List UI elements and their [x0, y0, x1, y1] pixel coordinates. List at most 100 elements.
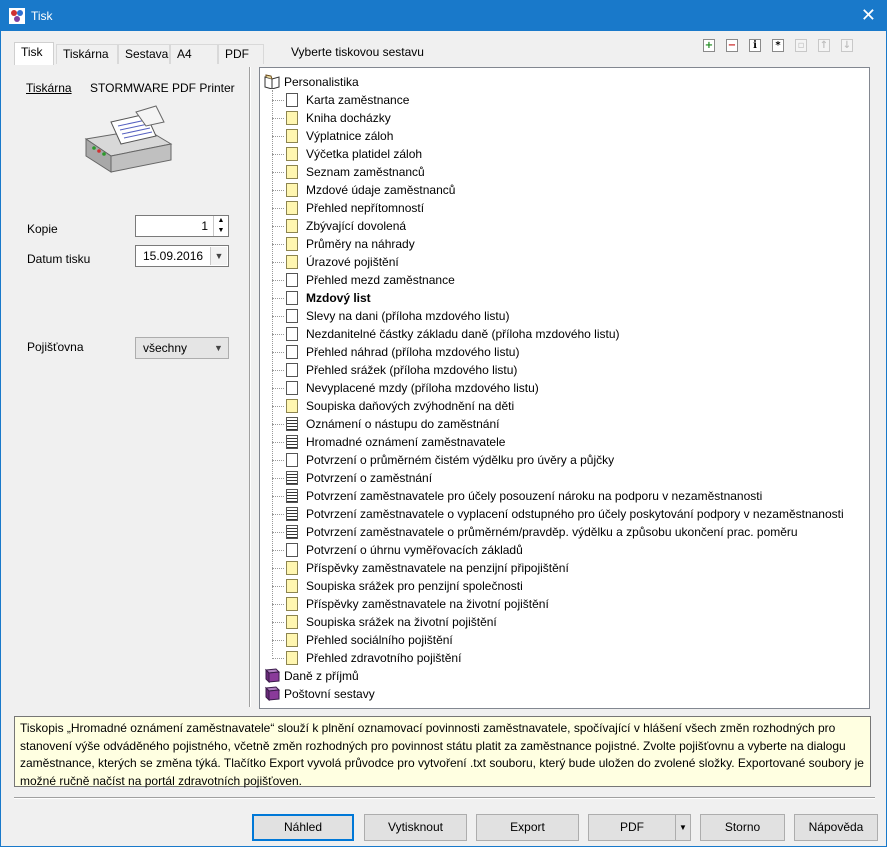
tree-item-label: Hromadné oznámení zaměstnavatele: [306, 435, 506, 449]
cancel-button-label: Storno: [724, 820, 761, 834]
horizontal-divider: [14, 797, 875, 799]
tree-connector: [272, 190, 284, 191]
document-icon: [286, 417, 298, 431]
date-label: Datum tisku: [27, 252, 91, 266]
printer-name: STORMWARE PDF Printer: [90, 81, 235, 95]
tree-connector: [272, 550, 284, 551]
tree-item-label: Zbývající dovolená: [306, 219, 407, 233]
document-icon: [286, 651, 298, 665]
tree-connector: [272, 244, 284, 245]
chevron-down-icon[interactable]: ▼: [210, 247, 227, 265]
tab-sestava[interactable]: Sestava: [118, 44, 170, 64]
copies-stepper[interactable]: 1 ▲ ▼: [135, 215, 229, 237]
tree-connector: [272, 586, 284, 587]
tree-item-label: Potvrzení zaměstnavatele o vyplacení ods…: [306, 507, 844, 521]
export-button[interactable]: Export: [476, 814, 579, 841]
document-icon: [286, 543, 298, 557]
open-book-icon: [264, 74, 280, 89]
tree-item-label: Přehled srážek (příloha mzdového listu): [306, 363, 518, 377]
tree-connector: [272, 136, 284, 137]
tree-item-label: Nevyplacené mzdy (příloha mzdového listu…: [306, 381, 539, 395]
document-icon: [286, 129, 298, 143]
document-icon: [286, 363, 298, 377]
tree-item-label: Průměry na náhrady: [306, 237, 415, 251]
document-icon: [286, 507, 298, 521]
print-button[interactable]: Vytisknout: [364, 814, 467, 841]
stepper-up-icon[interactable]: ▲: [214, 216, 228, 226]
tab-pdf[interactable]: PDF: [218, 44, 264, 64]
tab-tisk[interactable]: Tisk: [14, 42, 54, 65]
info-panel: Tiskopis „Hromadné oznámení zaměstnavate…: [14, 716, 871, 788]
tree-connector: [272, 460, 284, 461]
tree-connector: [272, 208, 284, 209]
document-icon: [286, 345, 298, 359]
tab-a4[interactable]: A4: [170, 44, 218, 64]
tree-item-label: Oznámení o nástupu do zaměstnání: [306, 417, 500, 431]
pdf-button[interactable]: PDF ▼: [588, 814, 691, 841]
tree-root-label: Personalistika: [284, 75, 359, 89]
pdf-dropdown-arrow-icon[interactable]: ▼: [675, 815, 690, 840]
add-icon[interactable]: +: [703, 39, 715, 52]
cancel-button[interactable]: Storno: [700, 814, 785, 841]
remove-icon[interactable]: −: [726, 39, 738, 52]
tree-item-label: Potvrzení o průměrném čistém výdělku pro…: [306, 453, 615, 467]
help-button-label: Nápověda: [808, 820, 864, 834]
tree-item-label: Příspěvky zaměstnavatele na penzijní při…: [306, 561, 569, 575]
tree-item-label: Přehled sociálního pojištění: [306, 633, 453, 647]
tree-item-label: Karta zaměstnance: [306, 93, 410, 107]
document-icon: [286, 579, 298, 593]
insurer-value: všechny: [143, 341, 188, 355]
report-tree[interactable]: Personalistika Karta zaměstnance Kniha do…: [259, 67, 870, 709]
tree-item-label: Výčetka platidel záloh: [306, 147, 423, 161]
date-picker[interactable]: 15.09.2016 ▼: [135, 245, 229, 267]
tree-item-label: Výplatnice záloh: [306, 129, 394, 143]
document-icon: [286, 165, 298, 179]
document-icon: [286, 615, 298, 629]
star-icon[interactable]: *: [772, 39, 784, 52]
closed-book-icon: [264, 686, 280, 701]
info-icon[interactable]: i: [749, 39, 761, 52]
tree-connector: [272, 532, 284, 533]
close-icon[interactable]: ✕: [861, 5, 876, 25]
window-title: Tisk: [31, 9, 53, 23]
tree-connector: [272, 388, 284, 389]
tree-connector: [272, 90, 273, 656]
move-up-icon[interactable]: ↑: [818, 39, 830, 52]
pdf-button-label: PDF: [620, 820, 644, 834]
tree-connector: [272, 352, 284, 353]
tree-connector: [272, 298, 284, 299]
document-icon: [286, 273, 298, 287]
stepper-down-icon[interactable]: ▼: [214, 226, 228, 236]
title-bar[interactable]: Tisk ✕: [1, 1, 886, 31]
tree-group-label: Poštovní sestavy: [284, 687, 375, 701]
insurer-label: Pojišťovna: [27, 340, 84, 354]
tab-tiskarna[interactable]: Tiskárna: [56, 44, 118, 64]
help-button[interactable]: Nápověda: [794, 814, 878, 841]
document-icon: [286, 201, 298, 215]
move-down-icon[interactable]: ↓: [841, 39, 853, 52]
copy-icon[interactable]: ▫: [795, 39, 807, 52]
document-icon: [286, 525, 298, 539]
tisk-panel: Tiskárna STORMWARE PDF Printer Kopie 1 ▲…: [14, 64, 248, 709]
tree-item-label: Seznam zaměstnanců: [306, 165, 425, 179]
date-value: 15.09.2016: [143, 249, 204, 263]
document-icon: [286, 255, 298, 269]
tree-connector: [272, 154, 284, 155]
document-icon: [286, 471, 298, 485]
insurer-select[interactable]: všechny ▼: [135, 337, 229, 359]
tree-connector: [272, 118, 284, 119]
preview-button[interactable]: Náhled: [252, 814, 354, 841]
closed-book-icon: [264, 668, 280, 683]
tree-item-label: Přehled nepřítomností: [306, 201, 425, 215]
tree-item-label: Potvrzení zaměstnavatele pro účely posou…: [306, 489, 763, 503]
stepper-arrows[interactable]: ▲ ▼: [213, 216, 228, 236]
tree-item-label: Nezdanitelné částky základu daně (příloh…: [306, 327, 620, 341]
tree-item-label: Potvrzení zaměstnavatele o průměrném/pra…: [306, 525, 798, 539]
printer-link[interactable]: Tiskárna: [26, 81, 72, 95]
tree-connector: [272, 424, 284, 425]
document-icon: [286, 237, 298, 251]
copies-label: Kopie: [27, 222, 58, 236]
chevron-down-icon[interactable]: ▼: [210, 339, 227, 357]
report-select-label: Vyberte tiskovou sestavu: [291, 45, 424, 59]
document-icon: [286, 147, 298, 161]
